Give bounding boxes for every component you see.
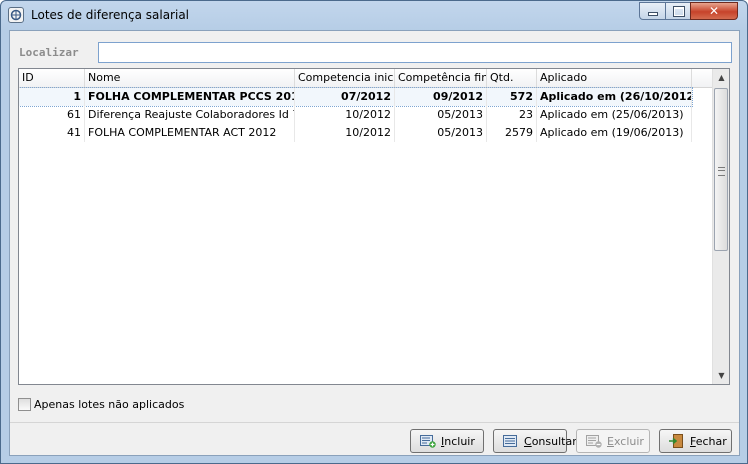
- exit-door-icon: [669, 434, 683, 448]
- vertical-scrollbar[interactable]: ▲ ▼: [712, 69, 729, 384]
- not-applied-label[interactable]: Apenas lotes não aplicados: [34, 398, 184, 411]
- table-row[interactable]: 41 FOLHA COMPLEMENTAR ACT 2012 10/2012 0…: [19, 124, 692, 142]
- divider: [10, 422, 739, 423]
- cell-competencia-final: 09/2012: [395, 88, 487, 106]
- scroll-up-icon[interactable]: ▲: [713, 69, 729, 86]
- cell-qtd: 2579: [487, 124, 537, 142]
- dialog-body: Localizar ID Nome Competencia inicial Co…: [9, 30, 740, 456]
- cell-id: 1: [19, 88, 85, 106]
- window-title: Lotes de diferença salarial: [31, 8, 190, 22]
- cell-id: 61: [19, 106, 85, 124]
- excluir-button[interactable]: Excluir: [576, 429, 650, 453]
- column-header-aplicado[interactable]: Aplicado: [537, 69, 692, 87]
- maximize-button[interactable]: [665, 2, 691, 20]
- window: Lotes de diferença salarial ✕ Localizar …: [0, 0, 748, 464]
- close-button[interactable]: ✕: [690, 2, 738, 20]
- incluir-button[interactable]: Incluir: [410, 429, 484, 453]
- delete-record-icon: [586, 435, 602, 448]
- add-record-icon: [420, 435, 436, 448]
- cell-competencia-final: 05/2013: [395, 106, 487, 124]
- column-header-nome[interactable]: Nome: [85, 69, 295, 87]
- column-header-competencia-inicial[interactable]: Competencia inicial: [295, 69, 395, 87]
- cell-aplicado: Aplicado em (26/10/2012): [537, 88, 692, 106]
- cell-qtd: 23: [487, 106, 537, 124]
- scrollbar-thumb[interactable]: [714, 88, 728, 251]
- close-icon: ✕: [708, 4, 720, 18]
- cell-aplicado: Aplicado em (25/06/2013): [537, 106, 692, 124]
- excluir-label: Excluir: [607, 435, 644, 448]
- cell-aplicado: Aplicado em (19/06/2013): [537, 124, 692, 142]
- lotes-grid[interactable]: ID Nome Competencia inicial Competência …: [18, 68, 730, 385]
- title-bar[interactable]: Lotes de diferença salarial ✕: [1, 1, 747, 29]
- scroll-down-icon[interactable]: ▼: [713, 367, 729, 384]
- app-icon: [8, 7, 24, 23]
- grip-icon: [718, 167, 725, 176]
- grid-header: ID Nome Competencia inicial Competência …: [19, 69, 712, 88]
- column-header-qtd[interactable]: Qtd.: [487, 69, 537, 87]
- search-input[interactable]: [98, 42, 732, 63]
- column-header-id[interactable]: ID: [19, 69, 85, 87]
- cell-competencia-inicial: 10/2012: [295, 106, 395, 124]
- fechar-label: Fechar: [690, 435, 727, 448]
- not-applied-checkbox[interactable]: [18, 398, 31, 411]
- cell-nome: FOLHA COMPLEMENTAR ACT 2012: [85, 124, 295, 142]
- cell-competencia-inicial: 10/2012: [295, 124, 395, 142]
- cell-qtd: 572: [487, 88, 537, 106]
- consultar-button[interactable]: Consultar: [493, 429, 577, 453]
- cell-nome: Diferença Reajuste Colaboradores Id 74 e…: [85, 106, 295, 124]
- minimize-button[interactable]: [639, 2, 666, 20]
- column-header-competencia-final[interactable]: Competência final: [395, 69, 487, 87]
- incluir-label: Incluir: [441, 435, 475, 448]
- view-record-icon: [503, 435, 517, 447]
- table-row[interactable]: 1 FOLHA COMPLEMENTAR PCCS 2012 - DI 07/2…: [19, 87, 693, 107]
- cell-id: 41: [19, 124, 85, 142]
- table-row[interactable]: 61 Diferença Reajuste Colaboradores Id 7…: [19, 106, 692, 124]
- consultar-label: Consultar: [524, 435, 577, 448]
- search-label: Localizar: [19, 46, 79, 59]
- cell-nome: FOLHA COMPLEMENTAR PCCS 2012 - DI: [85, 88, 295, 106]
- fechar-button[interactable]: Fechar: [659, 429, 732, 453]
- cell-competencia-final: 05/2013: [395, 124, 487, 142]
- cell-competencia-inicial: 07/2012: [295, 88, 395, 106]
